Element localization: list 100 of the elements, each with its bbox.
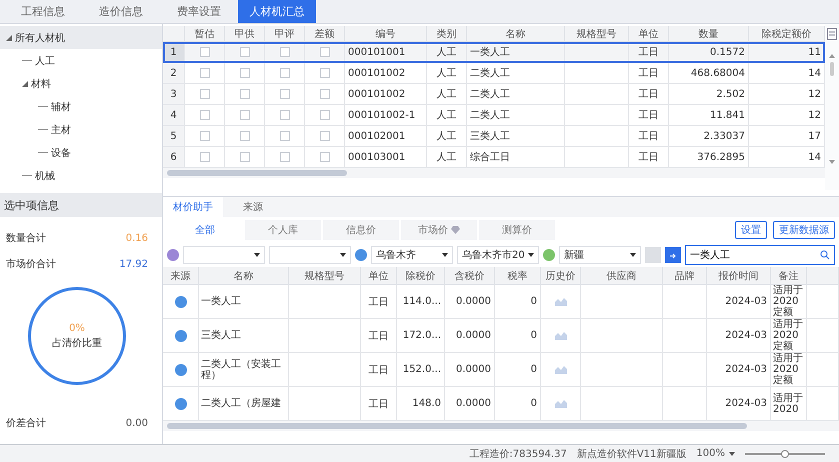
table-cell: 17	[749, 126, 825, 147]
table-row[interactable]: 2 000101002 人工 二类人工 工日 468.68004 14	[163, 63, 825, 84]
column-header: 规格型号	[565, 26, 629, 42]
checkbox[interactable]	[320, 47, 330, 57]
table-cell	[663, 285, 707, 319]
checkbox[interactable]	[240, 89, 250, 99]
table-cell: 工日	[629, 105, 669, 126]
tab[interactable]: 费率设置	[160, 0, 238, 23]
expand-caret-icon[interactable]	[22, 80, 28, 86]
checkbox[interactable]	[240, 68, 250, 78]
checkbox[interactable]	[200, 131, 210, 141]
table-row[interactable]: 3 000101002 人工 二类人工 工日 2.502 12	[163, 84, 825, 105]
table-cell: 二类人工（房屋建	[199, 387, 289, 421]
tab[interactable]: 造价信息	[82, 0, 160, 23]
checkbox[interactable]	[280, 131, 290, 141]
table-cell: 0	[495, 387, 541, 421]
filter-dropdown[interactable]	[183, 246, 265, 264]
history-chart-icon[interactable]	[554, 365, 566, 374]
table-cell: 二类人工	[467, 84, 565, 105]
toolbar-button[interactable]: 更新数据源	[773, 221, 835, 239]
table-row[interactable]: 5 000102001 人工 三类人工 工日 2.33037 17	[163, 126, 825, 147]
source-tab[interactable]: 个人库	[245, 220, 321, 240]
tree-item[interactable]: 所有人材机	[0, 26, 162, 49]
table-cell: 000101002-1	[345, 105, 427, 126]
history-chart-icon[interactable]	[554, 297, 566, 306]
checkbox[interactable]	[280, 68, 290, 78]
table-cell	[565, 84, 629, 105]
checkbox[interactable]	[280, 152, 290, 162]
tree-label: 材料	[31, 78, 51, 90]
column-settings-icon[interactable]	[827, 28, 837, 40]
table-cell: 2024-03	[707, 285, 771, 319]
toolbar-button[interactable]: 设置	[735, 221, 767, 239]
tree-item[interactable]: 材料	[0, 72, 162, 95]
checkbox[interactable]	[200, 68, 210, 78]
checkbox[interactable]	[200, 89, 210, 99]
column-header: 单位	[361, 267, 397, 285]
panel-tab[interactable]: 材价助手	[163, 197, 223, 217]
column-header: 甲评	[265, 26, 305, 42]
checkbox[interactable]	[240, 152, 250, 162]
stat-value: 0.00	[126, 418, 148, 428]
column-header: 单位	[629, 26, 669, 42]
expand-caret-icon[interactable]	[6, 34, 12, 40]
table-cell: 0.0000	[445, 285, 495, 319]
column-header: 名称	[467, 26, 565, 42]
table-cell: 2.33037	[669, 126, 749, 147]
checkbox[interactable]	[200, 47, 210, 57]
table-row[interactable]: 6 000103001 人工 综合工日 工日 376.2895 14	[163, 147, 825, 168]
source-tab[interactable]: 信息价	[323, 220, 399, 240]
table-row[interactable]: 1 000101001 人工 一类人工 工日 0.1572 11	[163, 42, 825, 63]
checkbox[interactable]	[240, 131, 250, 141]
status-cost: 工程造价:783594.37	[469, 448, 567, 460]
tree-label: 人工	[35, 54, 55, 68]
tree-item[interactable]: 机械	[0, 164, 162, 187]
filter-dropdown[interactable]: 乌鲁木齐	[371, 246, 453, 264]
filter-dropdown[interactable]: 新疆	[559, 246, 641, 264]
checkbox[interactable]	[240, 47, 250, 57]
link-button[interactable]	[665, 247, 681, 263]
checkbox[interactable]	[320, 110, 330, 120]
checkbox[interactable]	[200, 152, 210, 162]
tree-label: 所有人材机	[15, 32, 65, 44]
search-field[interactable]: 一类人工	[685, 245, 835, 265]
table-cell: 二类人工	[467, 63, 565, 84]
source-tab[interactable]: 市场价	[401, 220, 477, 240]
checkbox[interactable]	[280, 110, 290, 120]
stat-label: 数量合计	[6, 232, 46, 245]
row-number: 1	[163, 42, 185, 63]
checkbox[interactable]	[320, 152, 330, 162]
history-chart-icon[interactable]	[554, 331, 566, 340]
table-row[interactable]: 4 000101002-1 人工 二类人工 工日 11.841 12	[163, 105, 825, 126]
horizontal-scrollbar[interactable]	[163, 421, 839, 431]
table-cell: 2024-03	[707, 353, 771, 387]
column-header: 类别	[427, 26, 467, 42]
table-cell: 适用于2020	[771, 387, 807, 421]
table-cell: 工日	[361, 285, 397, 319]
tree-item[interactable]: 辅材	[0, 95, 162, 118]
search-icon[interactable]	[820, 250, 830, 260]
checkbox[interactable]	[240, 110, 250, 120]
checkbox[interactable]	[200, 110, 210, 120]
tab[interactable]: 人材机汇总	[238, 0, 316, 23]
horizontal-scrollbar[interactable]	[163, 168, 825, 178]
table-cell: 人工	[427, 105, 467, 126]
checkbox[interactable]	[320, 89, 330, 99]
checkbox[interactable]	[320, 131, 330, 141]
tree-item[interactable]: 设备	[0, 141, 162, 164]
tree-item[interactable]: 人工	[0, 49, 162, 72]
vertical-scrollbar[interactable]	[829, 54, 835, 164]
filter-dropdown[interactable]: 乌鲁木齐市20	[457, 246, 539, 264]
table-cell: 人工	[427, 126, 467, 147]
checkbox[interactable]	[280, 47, 290, 57]
table-cell: 11.841	[669, 105, 749, 126]
source-tab[interactable]: 测算价	[479, 220, 555, 240]
zoom-dropdown[interactable]: 100%	[696, 448, 735, 459]
tab[interactable]: 工程信息	[4, 0, 82, 23]
tree-item[interactable]: 主材	[0, 118, 162, 141]
filter-dropdown[interactable]	[269, 246, 351, 264]
table-cell: 工日	[361, 319, 397, 353]
panel-tab[interactable]: 来源	[223, 197, 283, 217]
checkbox[interactable]	[280, 89, 290, 99]
checkbox[interactable]	[320, 68, 330, 78]
history-chart-icon[interactable]	[554, 399, 566, 408]
